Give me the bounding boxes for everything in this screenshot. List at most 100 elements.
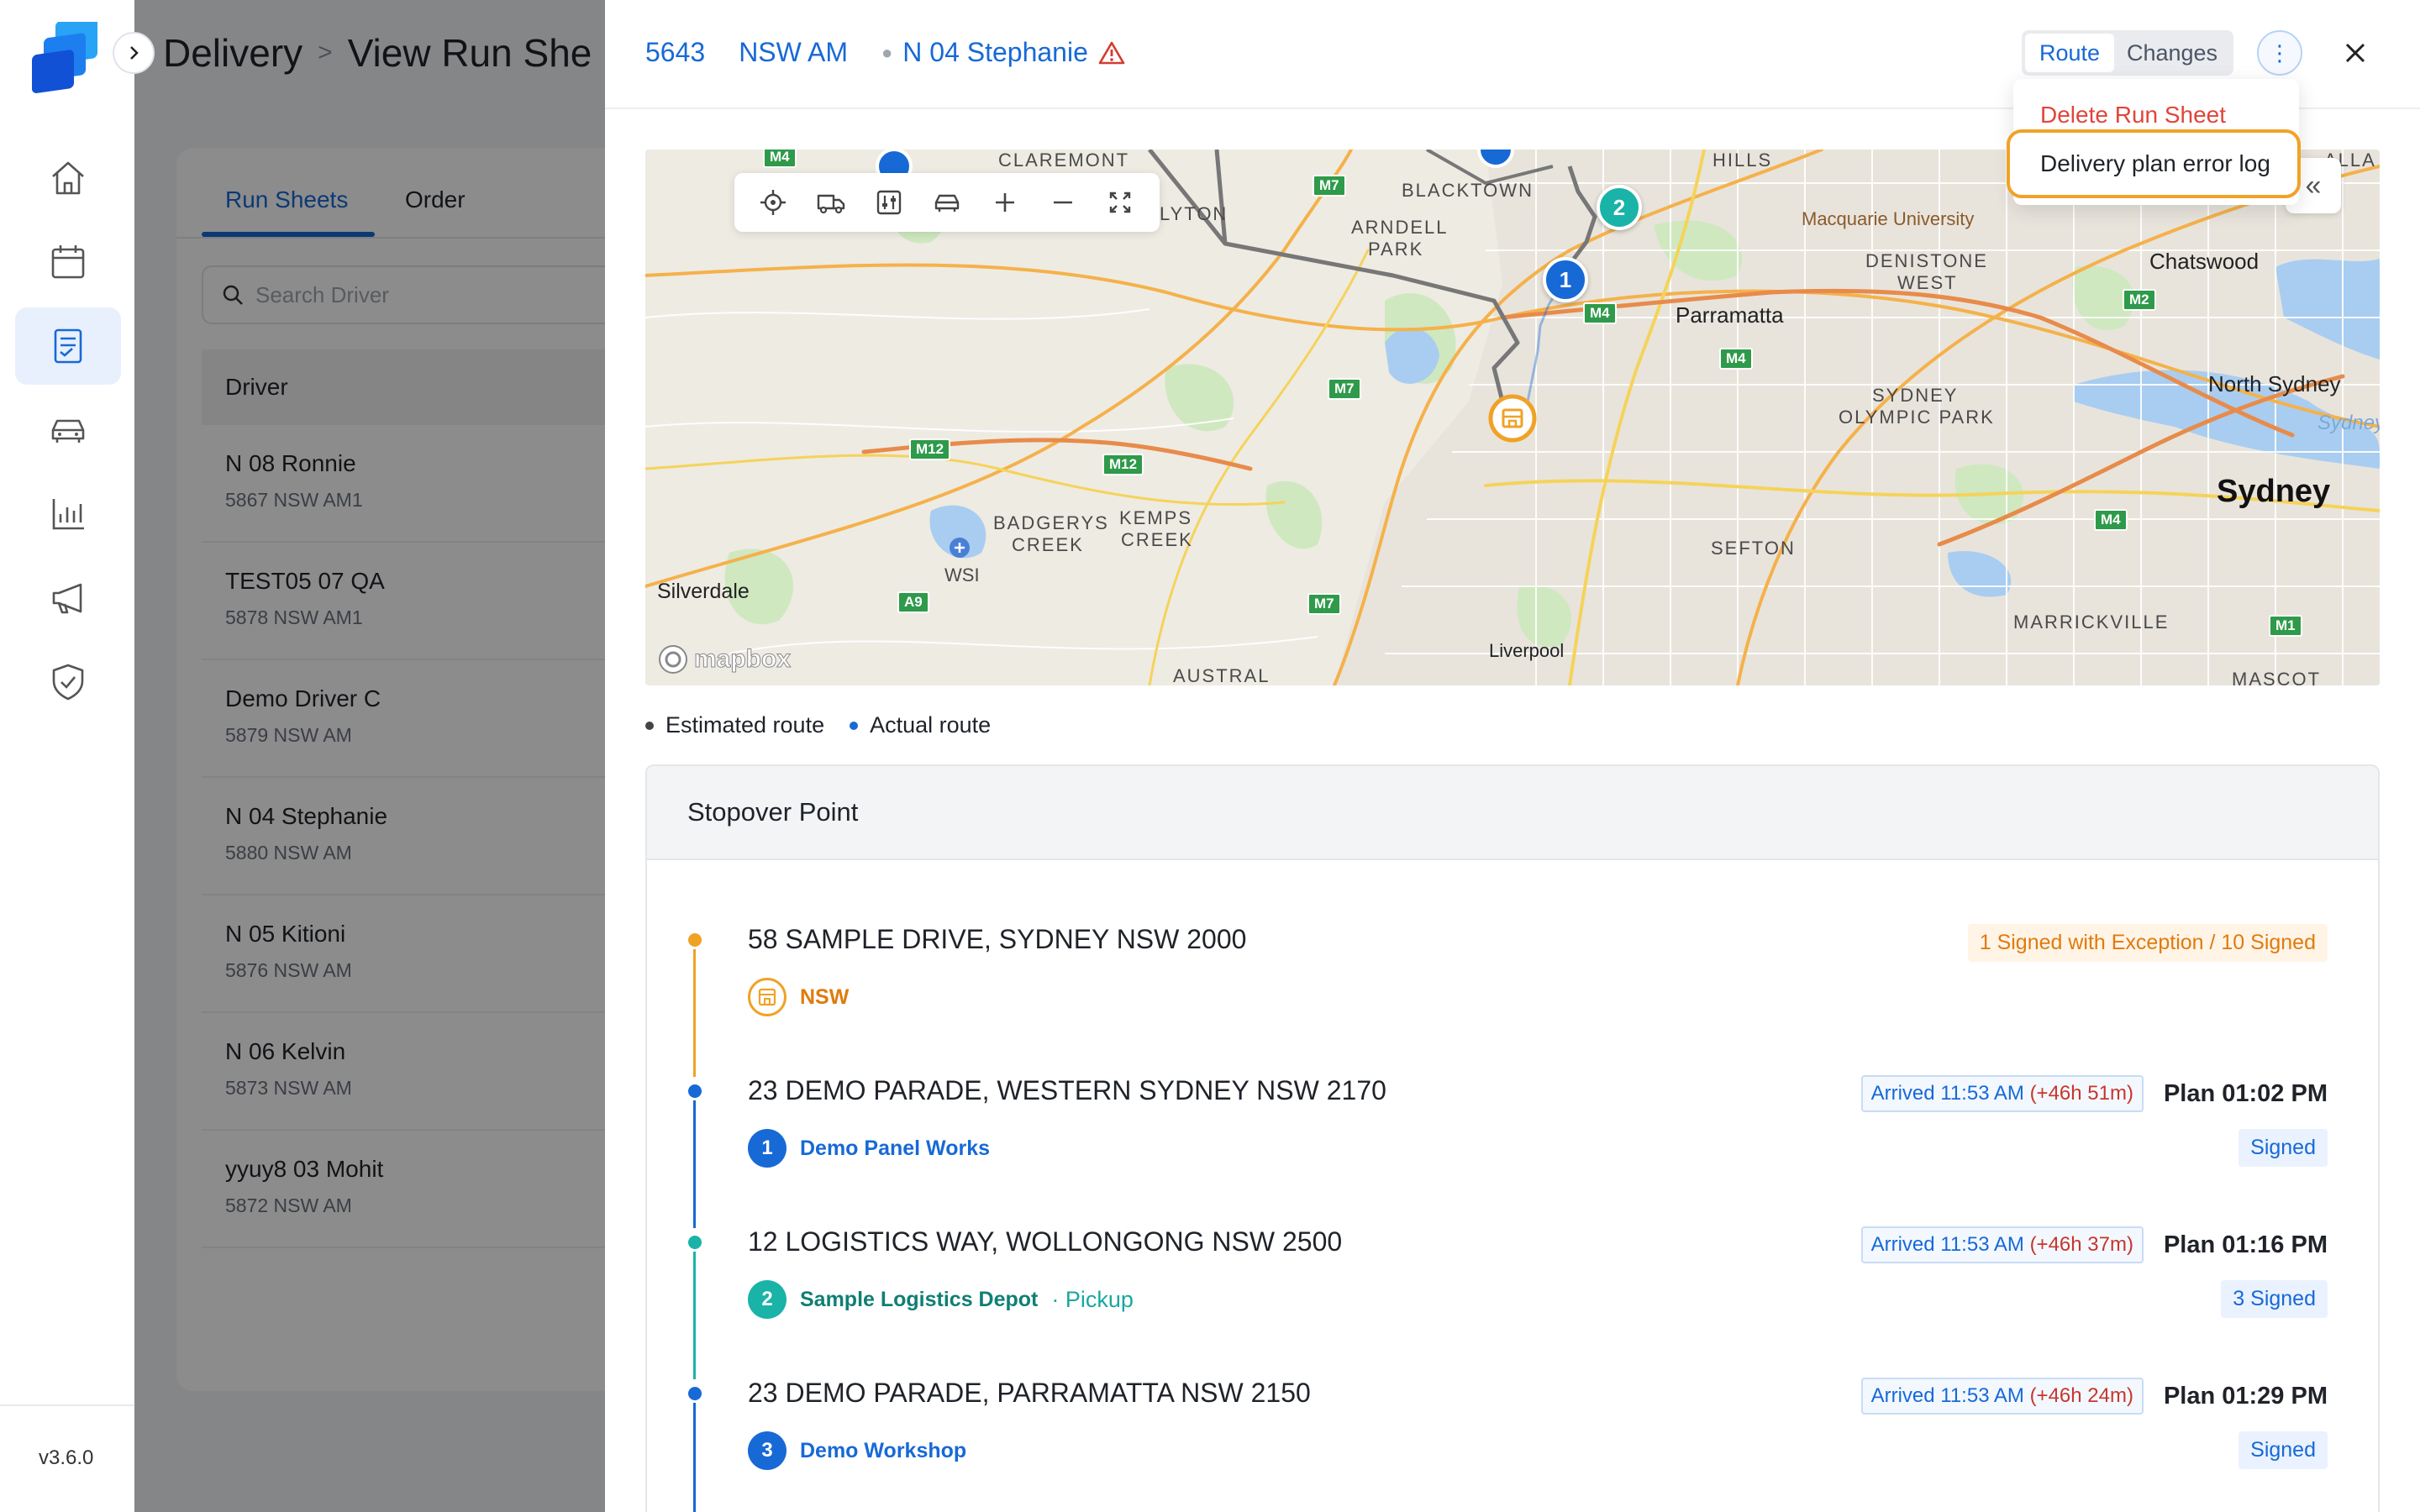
map-label: CREEK xyxy=(1121,529,1193,550)
filter-settings-button[interactable] xyxy=(868,181,910,223)
timeline-line xyxy=(693,949,696,1077)
zoom-out-button[interactable] xyxy=(1042,181,1084,223)
nav-compliance[interactable] xyxy=(15,643,121,721)
timeline-dot xyxy=(686,931,704,949)
runsheet-icon xyxy=(54,328,82,364)
truck-icon xyxy=(818,194,845,214)
timeline-line xyxy=(693,1403,696,1512)
motorway-shield: M4 xyxy=(763,150,797,168)
mapbox-text: mapbox xyxy=(693,645,792,674)
stop-number-badge: 1 xyxy=(748,1129,786,1168)
more-options-menu: Delete Run Sheet Delivery plan error log xyxy=(2007,79,2301,205)
plus-icon xyxy=(995,193,1014,212)
driver-link[interactable]: N 04 Stephanie xyxy=(902,37,1088,68)
route-legend: Estimated route Actual route xyxy=(645,712,991,738)
pickup-tag: · Pickup xyxy=(1051,1286,1134,1312)
stop-address: 23 DEMO PARADE, WESTERN SYDNEY NSW 2170 xyxy=(748,1075,1386,1105)
mapbox-logo-icon xyxy=(659,645,687,674)
locate-button[interactable] xyxy=(752,181,794,223)
map-label: PARK xyxy=(1368,239,1424,260)
stop-address: 58 SAMPLE DRIVE, SYDNEY NSW 2000 xyxy=(748,924,1247,954)
stop-address: 12 LOGISTICS WAY, WOLLONGONG NSW 2500 xyxy=(748,1226,1343,1257)
motorway-shield: M4 xyxy=(2094,509,2128,531)
map-label: Sydney xyxy=(2217,474,2331,509)
map-label: AUSTRAL xyxy=(1173,665,1270,685)
nav-calendar[interactable] xyxy=(15,223,121,301)
warning-icon[interactable] xyxy=(1098,40,1125,66)
nav-home[interactable] xyxy=(15,139,121,217)
calendar-icon xyxy=(51,245,85,279)
nav-reports[interactable] xyxy=(15,475,121,553)
region-link[interactable]: NSW AM xyxy=(739,37,848,68)
fullscreen-button[interactable] xyxy=(1099,181,1141,223)
plan-time: Plan 01:02 PM xyxy=(2163,1079,2328,1107)
changes-toggle[interactable]: Changes xyxy=(2114,34,2230,72)
arrived-time: Arrived 11:53 AM xyxy=(1870,1082,2024,1105)
route-map[interactable]: CLAREMONT HILLS BLACKTOWN ARNDELL PARK L… xyxy=(645,150,2380,685)
timeline-dot xyxy=(686,1082,704,1100)
customer-link[interactable]: Demo Panel Works xyxy=(800,1137,990,1161)
motorway-shield: M4 xyxy=(1719,348,1753,370)
late-duration: (+46h 51m) xyxy=(2029,1082,2133,1105)
more-vertical-icon: ⋮ xyxy=(2269,39,2291,66)
legend-label: Estimated route xyxy=(666,712,825,738)
route-toggle[interactable]: Route xyxy=(2025,34,2114,72)
motorway-shield: M2 xyxy=(2123,289,2156,311)
delivery-plan-error-log-menu-item[interactable]: Delivery plan error log xyxy=(2007,129,2301,198)
stopover-card: Stopover Point 58 SAMPLE DRIVE, SYDNEY N… xyxy=(645,764,2380,1512)
map-marker-stop[interactable]: 1 xyxy=(1543,257,1588,302)
stop-item[interactable]: 58 SAMPLE DRIVE, SYDNEY NSW 2000 NSW 1 S… xyxy=(647,924,2378,1084)
nav-vehicles[interactable] xyxy=(15,391,121,469)
stop-item[interactable]: 23 DEMO PARADE, PARRAMATTA NSW 2150 3 De… xyxy=(647,1378,2378,1512)
plan-time: Plan 01:29 PM xyxy=(2163,1382,2328,1410)
customer-link[interactable]: Demo Workshop xyxy=(800,1439,966,1463)
map-marker-stop[interactable]: 2 xyxy=(1597,185,1642,230)
motorway-shield: M7 xyxy=(1307,593,1341,615)
stop-item[interactable]: 12 LOGISTICS WAY, WOLLONGONG NSW 2500 2 … xyxy=(647,1226,2378,1379)
mapbox-attribution[interactable]: mapbox xyxy=(657,643,792,675)
nav-runsheets[interactable] xyxy=(15,307,121,385)
depot-label[interactable]: NSW xyxy=(800,985,849,1010)
close-icon xyxy=(2345,43,2365,63)
app-logo xyxy=(30,16,104,94)
motorway-shield: M1 xyxy=(2269,615,2302,637)
stop-number-badge: 2 xyxy=(748,1280,786,1319)
map-label: LYTON xyxy=(1160,203,1228,224)
map-toolbar xyxy=(734,173,1160,232)
megaphone-icon xyxy=(52,583,82,614)
crosshair-icon xyxy=(760,190,786,215)
motorway-shield: M12 xyxy=(1102,454,1144,475)
plan-time: Plan 01:16 PM xyxy=(2163,1231,2328,1258)
modal-overlay[interactable] xyxy=(134,0,605,1512)
map-label: KEMPS xyxy=(1119,507,1193,528)
fullscreen-icon xyxy=(1110,192,1131,213)
map-label: Liverpool xyxy=(1489,640,1565,661)
run-id-link[interactable]: 5643 xyxy=(645,37,705,68)
expand-sidebar-button[interactable] xyxy=(113,32,155,74)
zoom-in-button[interactable] xyxy=(984,181,1026,223)
app-version: v3.6.0 xyxy=(39,1446,94,1469)
rail-divider xyxy=(0,1404,134,1406)
home-icon xyxy=(52,161,84,195)
nav-rail: v3.6.0 xyxy=(0,0,155,1512)
legend-dot xyxy=(850,721,859,730)
legend-label: Actual route xyxy=(870,712,992,738)
more-options-button[interactable]: ⋮ xyxy=(2257,30,2302,76)
stop-item[interactable]: 23 DEMO PARADE, WESTERN SYDNEY NSW 2170 … xyxy=(647,1075,2378,1228)
close-button[interactable] xyxy=(2336,34,2375,72)
arrived-time: Arrived 11:53 AM xyxy=(1870,1233,2024,1256)
timeline-line xyxy=(693,1252,696,1379)
separator-dot: ● xyxy=(881,41,893,63)
sign-status-badge: Signed xyxy=(2238,1129,2328,1167)
map-label: MARRICKVILLE xyxy=(2013,612,2170,633)
vehicle-icon xyxy=(51,419,85,443)
timeline-dot xyxy=(686,1384,704,1403)
customer-link[interactable]: Sample Logistics Depot xyxy=(800,1288,1038,1312)
map-label: OLYMPIC PARK xyxy=(1839,407,1995,428)
truck-layer-button[interactable] xyxy=(810,181,852,223)
map-label: Parramatta xyxy=(1676,302,1784,328)
map-label: BLACKTOWN xyxy=(1402,180,1534,201)
vehicle-layer-button[interactable] xyxy=(926,181,968,223)
nav-announcements[interactable] xyxy=(15,559,121,637)
arrived-time: Arrived 11:53 AM xyxy=(1870,1384,2024,1407)
